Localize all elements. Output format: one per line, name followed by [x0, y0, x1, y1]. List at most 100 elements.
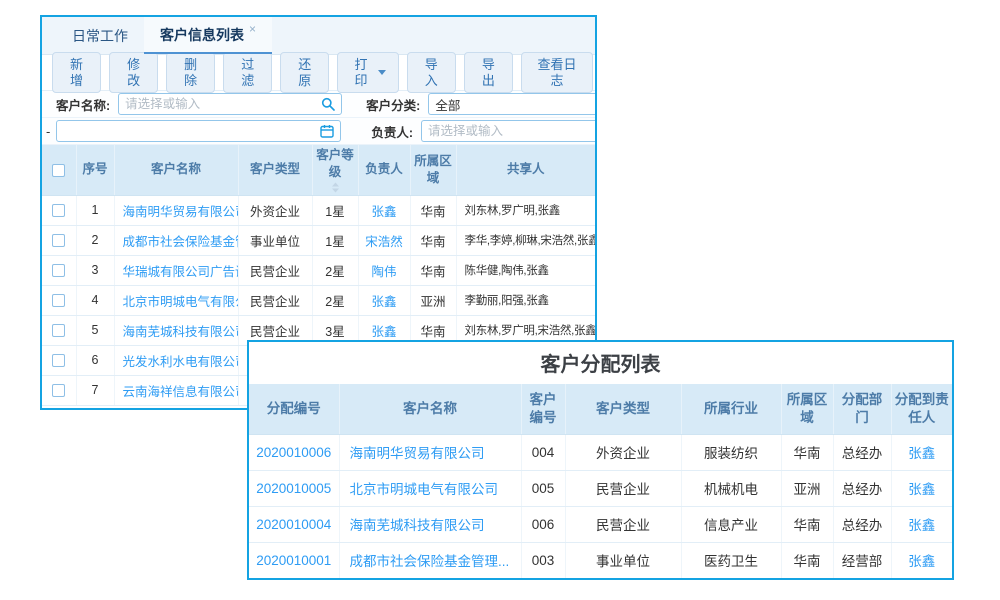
name-link[interactable]: 华瑞城有限公司广告设计部 — [123, 265, 239, 279]
code-link[interactable]: 2020010006 — [256, 445, 331, 460]
cell-code: 2020010001 — [249, 542, 339, 578]
filter-row-1: 客户名称: 客户分类: 全部 — [42, 91, 595, 118]
row-checkbox[interactable] — [52, 384, 65, 397]
owner-input[interactable] — [428, 124, 589, 138]
calendar-icon[interactable] — [320, 124, 334, 138]
row-checkbox[interactable] — [52, 354, 65, 367]
date-input[interactable] — [63, 124, 316, 138]
assignee-link[interactable]: 张鑫 — [908, 518, 935, 533]
cell-type: 民营企业 — [565, 506, 681, 542]
select-all-cell — [42, 145, 76, 195]
toolbar-button-filter[interactable]: 过滤 — [223, 52, 272, 93]
tab-customer-info-list[interactable]: 客户信息列表× — [144, 17, 272, 54]
customer-category-select[interactable]: 全部 — [428, 93, 595, 115]
assignee-link[interactable]: 张鑫 — [908, 482, 935, 497]
row-checkbox[interactable] — [52, 234, 65, 247]
customer-name-input-wrap — [118, 93, 342, 115]
column-header-label: 所属行业 — [704, 400, 758, 418]
column-header-content: 共享人 — [459, 161, 594, 178]
column-header: 分配到责任人 — [891, 384, 952, 434]
column-header-content: 客户名称 — [342, 400, 519, 418]
column-header-label: 分配编号 — [267, 400, 321, 418]
row-select-cell — [42, 285, 76, 315]
column-header-label: 负责人 — [365, 161, 403, 178]
column-header: 序号 — [76, 145, 114, 195]
cell-assignee: 张鑫 — [891, 434, 952, 470]
row-select-cell — [42, 345, 76, 375]
name-link[interactable]: 成都市社会保险基金管理... — [123, 235, 239, 249]
column-header-content: 分配编号 — [251, 400, 337, 418]
name-link[interactable]: 海南明华贸易有限公司 — [123, 205, 239, 219]
tab-daily-work[interactable]: 日常工作 — [56, 17, 144, 54]
cell-owner: 张鑫 — [358, 285, 410, 315]
name-link[interactable]: 云南海祥信息有限公司 — [123, 385, 239, 399]
cell-region: 华南 — [781, 506, 833, 542]
owner-link[interactable]: 宋浩然 — [365, 235, 403, 249]
date-range-separator: - — [46, 124, 50, 139]
column-header-label: 所属区域 — [784, 391, 831, 427]
column-header-content: 所属区域 — [413, 153, 454, 187]
cell-type: 外资企业 — [238, 195, 312, 225]
code-link[interactable]: 2020010004 — [256, 517, 331, 532]
toolbar-button-export[interactable]: 导出 — [464, 52, 513, 93]
allocation-row: 2020010005北京市明城电气有限公司005民营企业机械机电亚洲总经办张鑫 — [249, 470, 952, 506]
toolbar-button-view-log[interactable]: 查看日志 — [521, 52, 593, 93]
allocation-panel: 客户分配列表 分配编号客户名称客户编号客户类型所属行业所属区域分配部门分配到责任… — [247, 340, 954, 580]
assignee-link[interactable]: 张鑫 — [908, 446, 935, 461]
select-all-checkbox[interactable] — [52, 164, 65, 177]
row-checkbox[interactable] — [52, 294, 65, 307]
cell-level: 1星 — [312, 225, 358, 255]
button-label: 修改 — [122, 57, 145, 88]
cell-shared: 李勤丽,阳强,张鑫 — [456, 285, 595, 315]
customer-name-input[interactable] — [125, 97, 317, 111]
row-checkbox[interactable] — [52, 324, 65, 337]
cell-no: 7 — [76, 375, 114, 405]
toolbar-button-import[interactable]: 导入 — [407, 52, 456, 93]
column-header-label: 客户等级 — [315, 147, 356, 181]
toolbar-button-restore[interactable]: 还原 — [280, 52, 329, 93]
toolbar-button-delete[interactable]: 删除 — [166, 52, 215, 93]
row-select-cell — [42, 195, 76, 225]
owner-link[interactable]: 陶伟 — [371, 265, 396, 279]
row-select-cell — [42, 255, 76, 285]
allocation-title: 客户分配列表 — [249, 342, 952, 384]
name-link[interactable]: 海南芜城科技有限公司 — [123, 325, 239, 339]
code-link[interactable]: 2020010005 — [256, 481, 331, 496]
column-header-content: 负责人 — [361, 161, 408, 178]
column-header-label: 客户类型 — [250, 161, 300, 178]
cell-shared: 刘东林,罗广明,张鑫 — [456, 195, 595, 225]
sort-icon[interactable] — [331, 182, 340, 193]
name-link[interactable]: 北京市明城电气有限公司 — [123, 295, 239, 309]
name-link[interactable]: 海南芜城科技有限公司 — [350, 518, 485, 533]
cell-industry: 医药卫生 — [681, 542, 781, 578]
tab-label: 日常工作 — [72, 26, 128, 46]
column-header-label: 共享人 — [507, 161, 545, 178]
owner-link[interactable]: 张鑫 — [371, 205, 396, 219]
button-label: 导出 — [477, 57, 500, 88]
name-link[interactable]: 北京市明城电气有限公司 — [350, 482, 499, 497]
column-header-content: 客户类型 — [568, 400, 679, 418]
name-link[interactable]: 海南明华贸易有限公司 — [350, 446, 485, 461]
code-link[interactable]: 2020010001 — [256, 553, 331, 568]
owner-link[interactable]: 张鑫 — [371, 295, 396, 309]
toolbar-button-print[interactable]: 打印 — [337, 52, 398, 93]
customer-row: 4北京市明城电气有限公司民营企业2星张鑫亚洲李勤丽,阳强,张鑫 — [42, 285, 595, 315]
cell-name: 北京市明城电气有限公司 — [114, 285, 238, 315]
toolbar-button-edit[interactable]: 修改 — [109, 52, 158, 93]
column-header-label: 客户类型 — [596, 400, 650, 418]
cell-level: 2星 — [312, 255, 358, 285]
name-link[interactable]: 成都市社会保险基金管理... — [350, 554, 510, 569]
customer-category-value: 全部 — [435, 95, 460, 114]
caret-down-icon — [378, 70, 386, 75]
cell-no: 2 — [76, 225, 114, 255]
cell-industry: 服装纺织 — [681, 434, 781, 470]
toolbar-button-add[interactable]: 新增 — [52, 52, 101, 93]
name-link[interactable]: 光发水利水电有限公司 — [123, 355, 239, 369]
search-icon[interactable] — [321, 97, 335, 111]
owner-link[interactable]: 张鑫 — [371, 325, 396, 339]
row-checkbox[interactable] — [52, 204, 65, 217]
assignee-link[interactable]: 张鑫 — [908, 554, 935, 569]
row-checkbox[interactable] — [52, 264, 65, 277]
filter-row-2: - 负责人: — [42, 118, 595, 145]
close-icon[interactable]: × — [249, 22, 256, 36]
